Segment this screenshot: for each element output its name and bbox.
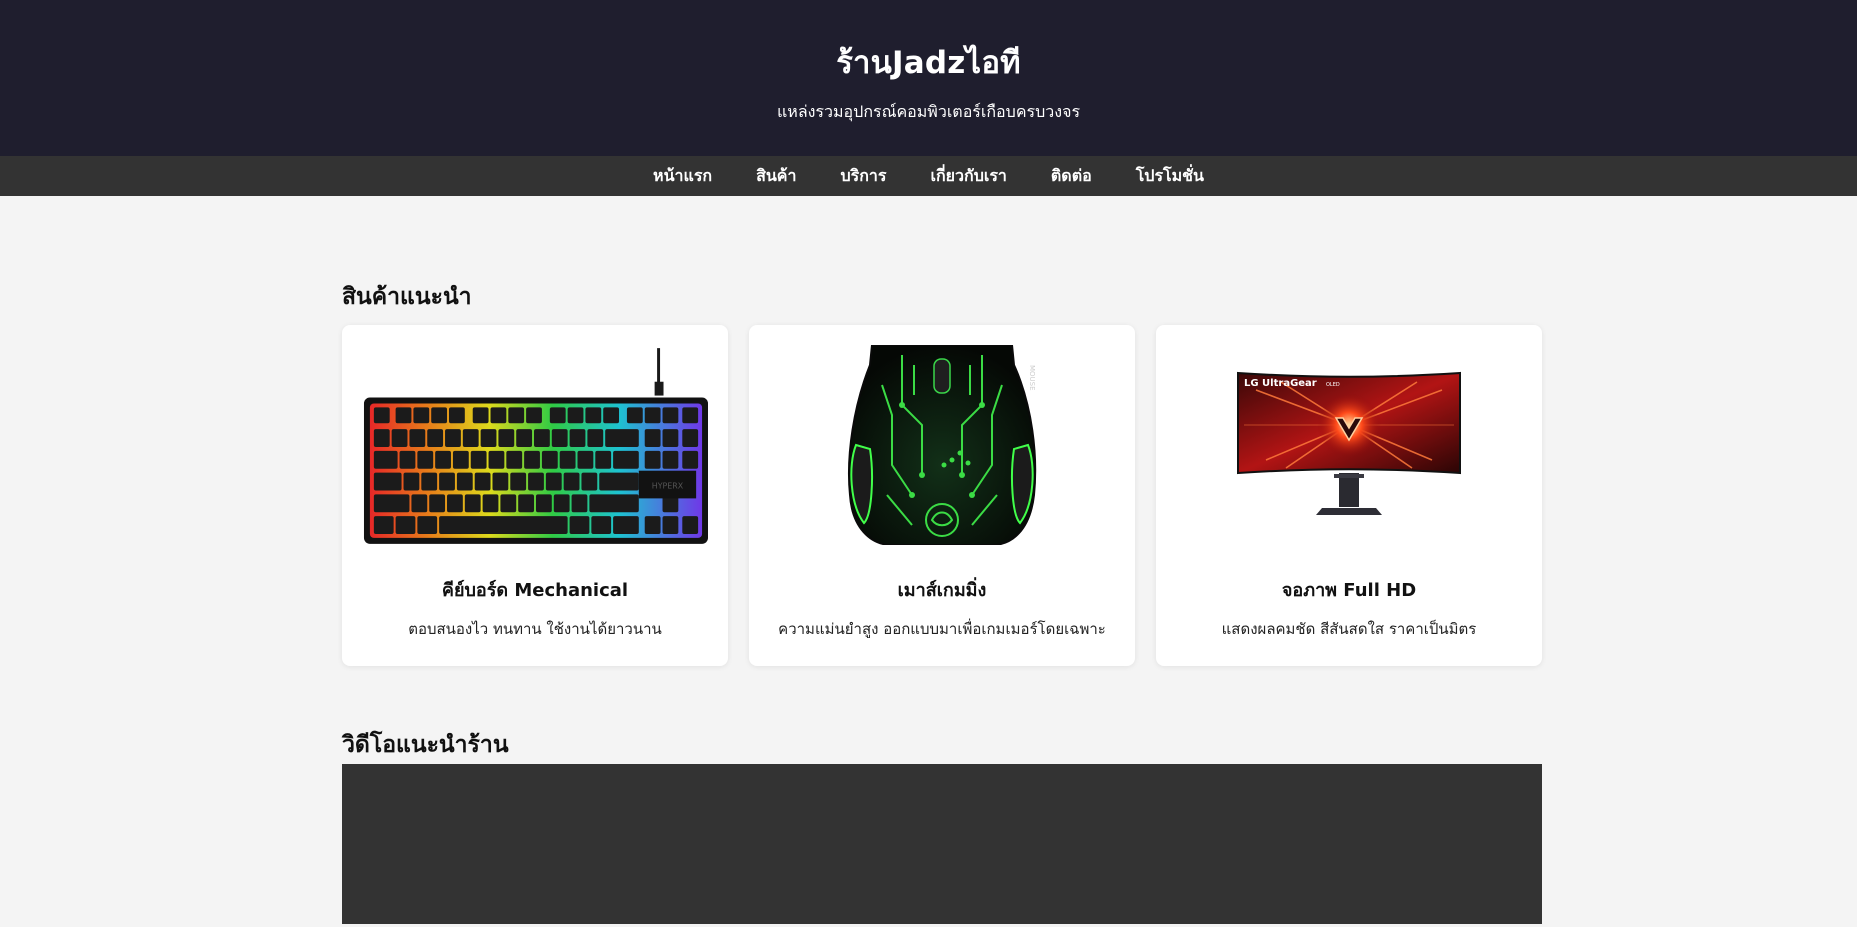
ultragear-monitor-image: LG UltraGear OLED (1237, 371, 1461, 515)
nav-item-about[interactable]: เกี่ยวกับเรา (931, 164, 1007, 189)
mouse-image: MOUSE (769, 345, 1115, 545)
featured-title: สินค้าแนะนำ (342, 284, 472, 310)
product-name: จอภาพ Full HD (1281, 580, 1417, 601)
site-subtitle: แหล่งรวมอุปกรณ์คอมพิวเตอร์เกือบครบวงจร (776, 102, 1081, 121)
rgb-mechanical-keyboard-image: HYPERX (363, 348, 708, 544)
product-card-mouse[interactable]: MOUSE เมาส์เกมมิ่ง ความแม่นยำสูง ออกแบบม… (749, 325, 1135, 666)
product-card-keyboard[interactable]: HYPERX คีย์บอร์ด Mechanical ตอบสนองไว ทน… (342, 325, 728, 666)
product-desc: แสดงผลคมชัด สีสันสดใส ราคาเป็นมิตร (1221, 620, 1477, 638)
green-gaming-mouse-image: MOUSE (847, 345, 1037, 545)
monitor-image: LG UltraGear OLED (1176, 345, 1522, 545)
product-grid: HYPERX คีย์บอร์ด Mechanical ตอบสนองไว ทน… (342, 325, 1542, 666)
nav-item-contact[interactable]: ติดต่อ (1051, 164, 1092, 189)
monitor-brand-text: LG UltraGear (1244, 378, 1317, 389)
product-desc: ตอบสนองไว ทนทาน ใช้งานได้ยาวนาน (408, 620, 662, 638)
product-desc: ความแม่นยำสูง ออกแบบมาเพื่อเกมเมอร์โดยเฉ… (778, 620, 1106, 638)
video-section: วิดีโอแนะนำร้าน (342, 729, 1542, 924)
monitor-sub-text: OLED (1326, 382, 1340, 388)
product-name: คีย์บอร์ด Mechanical (441, 580, 629, 601)
site-header: ร้านJadzไอที แหล่งรวมอุปกรณ์คอมพิวเตอร์เ… (0, 0, 1857, 156)
keyboard-brand-text: HYPERX (652, 481, 684, 490)
nav-item-products[interactable]: สินค้า (756, 164, 796, 189)
nav-item-services[interactable]: บริการ (840, 164, 886, 189)
main-content: สินค้าแนะนำ HYPERX คีย์บอร์ด Mechanical … (342, 196, 1542, 924)
main-nav: หน้าแรก สินค้า บริการ เกี่ยวกับเรา ติดต่… (0, 156, 1857, 196)
product-name: เมาส์เกมมิ่ง (897, 580, 987, 601)
product-card-monitor[interactable]: LG UltraGear OLED จอภาพ Full HD แสดงผลคม… (1156, 325, 1542, 666)
nav-item-promotions[interactable]: โปรโมชั่น (1136, 164, 1204, 189)
mouse-label-text: MOUSE (1028, 365, 1036, 391)
video-player[interactable] (342, 764, 1542, 924)
video-title: วิดีโอแนะนำร้าน (342, 732, 509, 758)
site-title: ร้านJadzไอที (836, 45, 1021, 81)
featured-section: สินค้าแนะนำ HYPERX คีย์บอร์ด Mechanical … (342, 281, 1542, 666)
keyboard-image: HYPERX (362, 345, 708, 545)
nav-item-home[interactable]: หน้าแรก (653, 164, 712, 189)
